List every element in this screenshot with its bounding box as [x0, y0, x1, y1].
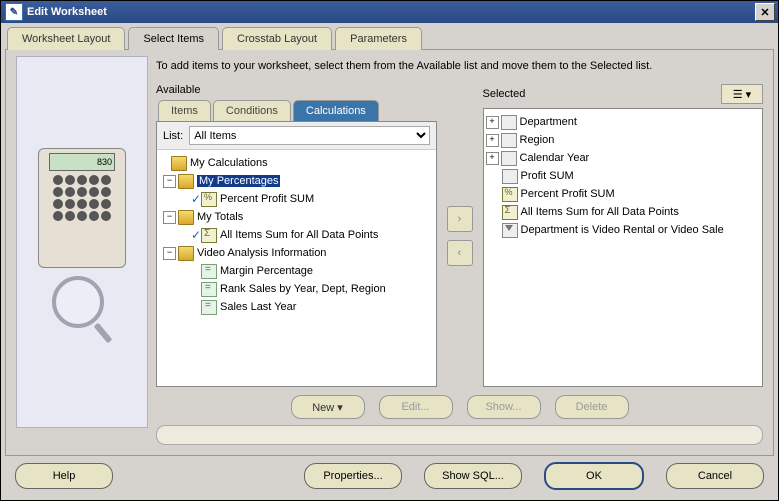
calc-icon — [201, 300, 217, 315]
tree-leaf-percent-profit-sum[interactable]: ✓Percent Profit SUM — [159, 190, 434, 208]
chevron-down-icon: ▾ — [746, 88, 752, 101]
list-icon: ☰ — [733, 88, 743, 101]
tree-leaf-rank-sales[interactable]: Rank Sales by Year, Dept, Region — [159, 280, 434, 298]
tree-leaf-all-items-sum[interactable]: ✓All Items Sum for All Data Points — [159, 226, 434, 244]
magnifier-icon — [52, 276, 112, 336]
collapse-icon[interactable]: − — [163, 175, 176, 188]
tree-node-department[interactable]: +Department — [486, 113, 761, 131]
tree-leaf-pct-profit-sum[interactable]: Percent Profit SUM — [486, 185, 761, 203]
calculator-display: 830 — [49, 153, 115, 171]
calculator-icon: 830 — [38, 148, 126, 268]
folder-icon — [178, 246, 194, 261]
cancel-button[interactable]: Cancel — [666, 463, 764, 489]
available-tree[interactable]: My Calculations −My Percentages ✓Percent… — [157, 150, 436, 386]
folder-icon — [178, 174, 194, 189]
folder-icon — [171, 156, 187, 171]
properties-button[interactable]: Properties... — [304, 463, 402, 489]
tab-select-items[interactable]: Select Items — [128, 27, 219, 50]
tree-node-region[interactable]: +Region — [486, 131, 761, 149]
tree-node-my-calculations[interactable]: My Calculations — [159, 154, 434, 172]
tree-leaf-all-items-sum-sel[interactable]: All Items Sum for All Data Points — [486, 203, 761, 221]
expand-icon[interactable]: + — [486, 116, 499, 129]
close-icon[interactable]: ✕ — [755, 3, 775, 21]
delete-button[interactable]: Delete — [555, 395, 629, 419]
tree-node-video-analysis[interactable]: −Video Analysis Information — [159, 244, 434, 262]
inner-tab-items[interactable]: Items — [158, 100, 211, 121]
view-mode-button[interactable]: ☰▾ — [721, 84, 763, 104]
expand-icon[interactable]: + — [486, 134, 499, 147]
inner-tab-conditions[interactable]: Conditions — [213, 100, 291, 121]
tree-leaf-filter[interactable]: Department is Video Rental or Video Sale — [486, 221, 761, 239]
tab-worksheet-layout[interactable]: Worksheet Layout — [7, 27, 125, 50]
dimension-icon — [501, 115, 517, 130]
move-left-button[interactable]: ‹ — [447, 240, 473, 266]
tree-node-calendar-year[interactable]: +Calendar Year — [486, 149, 761, 167]
app-icon: ✎ — [5, 3, 23, 21]
ok-button[interactable]: OK — [544, 462, 644, 490]
list-label: List: — [163, 130, 183, 142]
move-right-button[interactable]: › — [447, 206, 473, 232]
expand-icon[interactable]: + — [486, 152, 499, 165]
instruction-text: To add items to your worksheet, select t… — [156, 60, 763, 72]
inner-tab-calculations[interactable]: Calculations — [293, 100, 379, 121]
edit-button[interactable]: Edit... — [379, 395, 453, 419]
check-icon: ✓ — [191, 192, 201, 206]
folder-icon — [178, 210, 194, 225]
sigma-icon — [502, 205, 518, 220]
collapse-icon[interactable]: − — [163, 211, 176, 224]
tab-parameters[interactable]: Parameters — [335, 27, 422, 50]
window-title: Edit Worksheet — [27, 6, 753, 18]
dimension-icon — [501, 133, 517, 148]
available-label: Available — [156, 84, 200, 96]
new-button[interactable]: New ▾ — [291, 395, 365, 419]
dimension-icon — [501, 151, 517, 166]
tree-node-my-totals[interactable]: −My Totals — [159, 208, 434, 226]
funnel-icon — [502, 223, 518, 238]
tree-node-my-percentages[interactable]: −My Percentages — [159, 172, 434, 190]
wizard-illustration: 830 — [16, 56, 148, 428]
percent-icon — [502, 187, 518, 202]
tab-crosstab-layout[interactable]: Crosstab Layout — [222, 27, 332, 50]
selected-tree[interactable]: +Department +Region +Calendar Year Profi… — [484, 109, 763, 386]
show-button[interactable]: Show... — [467, 395, 541, 419]
tree-leaf-sales-last-year[interactable]: Sales Last Year — [159, 298, 434, 316]
calc-icon — [201, 282, 217, 297]
check-icon: ✓ — [191, 228, 201, 242]
sigma-icon — [201, 228, 217, 243]
measure-icon — [502, 169, 518, 184]
calc-icon — [201, 264, 217, 279]
collapse-icon[interactable]: − — [163, 247, 176, 260]
list-select[interactable]: All Items — [189, 126, 429, 145]
tree-leaf-profit-sum[interactable]: Profit SUM — [486, 167, 761, 185]
status-pane — [156, 425, 763, 445]
show-sql-button[interactable]: Show SQL... — [424, 463, 522, 489]
tree-leaf-margin-pct[interactable]: Margin Percentage — [159, 262, 434, 280]
selected-label: Selected — [483, 88, 526, 100]
percent-icon — [201, 192, 217, 207]
help-button[interactable]: Help — [15, 463, 113, 489]
